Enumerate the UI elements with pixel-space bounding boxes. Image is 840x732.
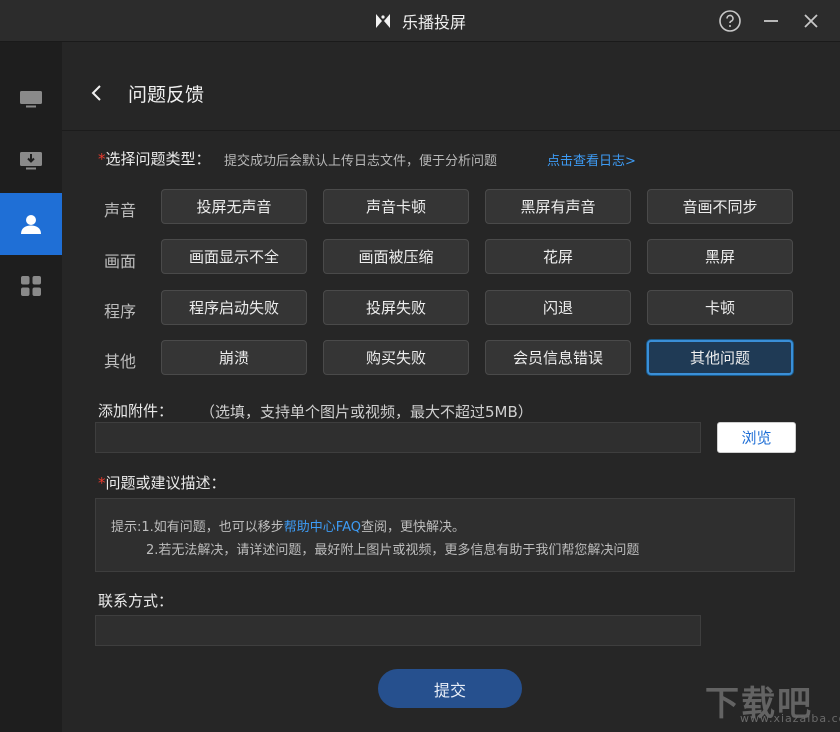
- user-icon: [21, 215, 41, 234]
- option-sound-lag[interactable]: 声音卡顿: [323, 189, 469, 224]
- category-label-other: 其他: [104, 352, 137, 371]
- problem-type-label-text: 选择问题类型：: [105, 150, 211, 168]
- tip1-prefix: 提示:1.如有问题，也可以移步: [111, 520, 284, 535]
- submit-button[interactable]: 提交: [378, 669, 522, 708]
- help-icon: [719, 10, 741, 32]
- description-tip-2: 2.若无法解决，请详述问题，最好附上图片或视频，更多信息有助于我们帮您解决问题: [146, 543, 640, 558]
- problem-type-hint: 提交成功后会默认上传日志文件，便于分析问题: [224, 154, 498, 169]
- description-tip-1: 提示:1.如有问题，也可以移步帮助中心FAQ查阅，更快解决。: [111, 516, 465, 535]
- contact-field[interactable]: [95, 615, 701, 646]
- description-textarea[interactable]: 提示:1.如有问题，也可以移步帮助中心FAQ查阅，更快解决。 2.若无法解决，请…: [95, 498, 795, 572]
- page-header: 问题反馈: [62, 42, 840, 131]
- contact-label: 联系方式：: [98, 592, 174, 610]
- browse-button[interactable]: 浏览: [717, 422, 796, 453]
- category-label-picture: 画面: [104, 252, 137, 271]
- apps-grid-icon: [21, 276, 41, 296]
- option-other-problem[interactable]: 其他问题: [647, 340, 793, 375]
- attachment-label: 添加附件：: [98, 402, 174, 420]
- help-button[interactable]: [717, 8, 743, 34]
- option-compressed-picture[interactable]: 画面被压缩: [323, 239, 469, 274]
- problem-type-label: *选择问题类型：: [98, 148, 211, 169]
- option-stutter[interactable]: 卡顿: [647, 290, 793, 325]
- option-member-info-error[interactable]: 会员信息错误: [485, 340, 631, 375]
- option-incomplete-display[interactable]: 画面显示不全: [161, 239, 307, 274]
- back-button[interactable]: [86, 80, 106, 106]
- option-black-screen-with-sound[interactable]: 黑屏有声音: [485, 189, 631, 224]
- sidebar: [0, 42, 62, 732]
- sidebar-item-receive[interactable]: [0, 130, 62, 192]
- required-mark: *: [98, 150, 106, 168]
- tip1-suffix: 查阅，更快解决。: [360, 520, 465, 535]
- close-icon: [804, 14, 818, 28]
- watermark-url: www.xiazaiba.com: [740, 712, 840, 725]
- title-bar: 乐播投屏: [0, 0, 840, 42]
- option-garbled-screen[interactable]: 花屏: [485, 239, 631, 274]
- close-button[interactable]: [798, 8, 824, 34]
- sidebar-item-screen-cast[interactable]: [0, 68, 62, 130]
- option-crash-exit[interactable]: 闪退: [485, 290, 631, 325]
- attachment-path-field[interactable]: [95, 422, 701, 453]
- feedback-panel: 问题反馈 *选择问题类型： 提交成功后会默认上传日志文件，便于分析问题 点击查看…: [62, 42, 840, 732]
- download-monitor-icon: [20, 152, 42, 170]
- help-center-faq-link[interactable]: 帮助中心FAQ: [284, 520, 361, 535]
- option-black-screen[interactable]: 黑屏: [647, 239, 793, 274]
- sidebar-item-apps[interactable]: [0, 255, 62, 317]
- page-title: 问题反馈: [128, 84, 205, 106]
- minimize-icon: [764, 20, 778, 22]
- sidebar-item-user[interactable]: [0, 193, 62, 255]
- minimize-button[interactable]: [758, 8, 784, 34]
- view-log-link[interactable]: 点击查看日志>: [547, 150, 636, 169]
- lebo-logo-icon: [375, 13, 390, 28]
- chevron-left-icon: [91, 85, 101, 101]
- option-launch-failed[interactable]: 程序启动失败: [161, 290, 307, 325]
- option-av-out-of-sync[interactable]: 音画不同步: [647, 189, 793, 224]
- description-label: *问题或建议描述：: [98, 472, 226, 493]
- app-title-text: 乐播投屏: [401, 12, 466, 32]
- attachment-hint: （选填，支持单个图片或视频，最大不超过5MB）: [200, 403, 533, 421]
- app-title: 乐播投屏: [0, 0, 840, 41]
- option-no-sound[interactable]: 投屏无声音: [161, 189, 307, 224]
- required-mark: *: [98, 474, 106, 492]
- category-label-program: 程序: [104, 302, 137, 321]
- description-label-text: 问题或建议描述：: [105, 474, 226, 492]
- category-label-sound: 声音: [104, 201, 137, 220]
- option-crash[interactable]: 崩溃: [161, 340, 307, 375]
- option-cast-failed[interactable]: 投屏失败: [323, 290, 469, 325]
- monitor-icon: [20, 91, 42, 108]
- option-purchase-failed[interactable]: 购买失败: [323, 340, 469, 375]
